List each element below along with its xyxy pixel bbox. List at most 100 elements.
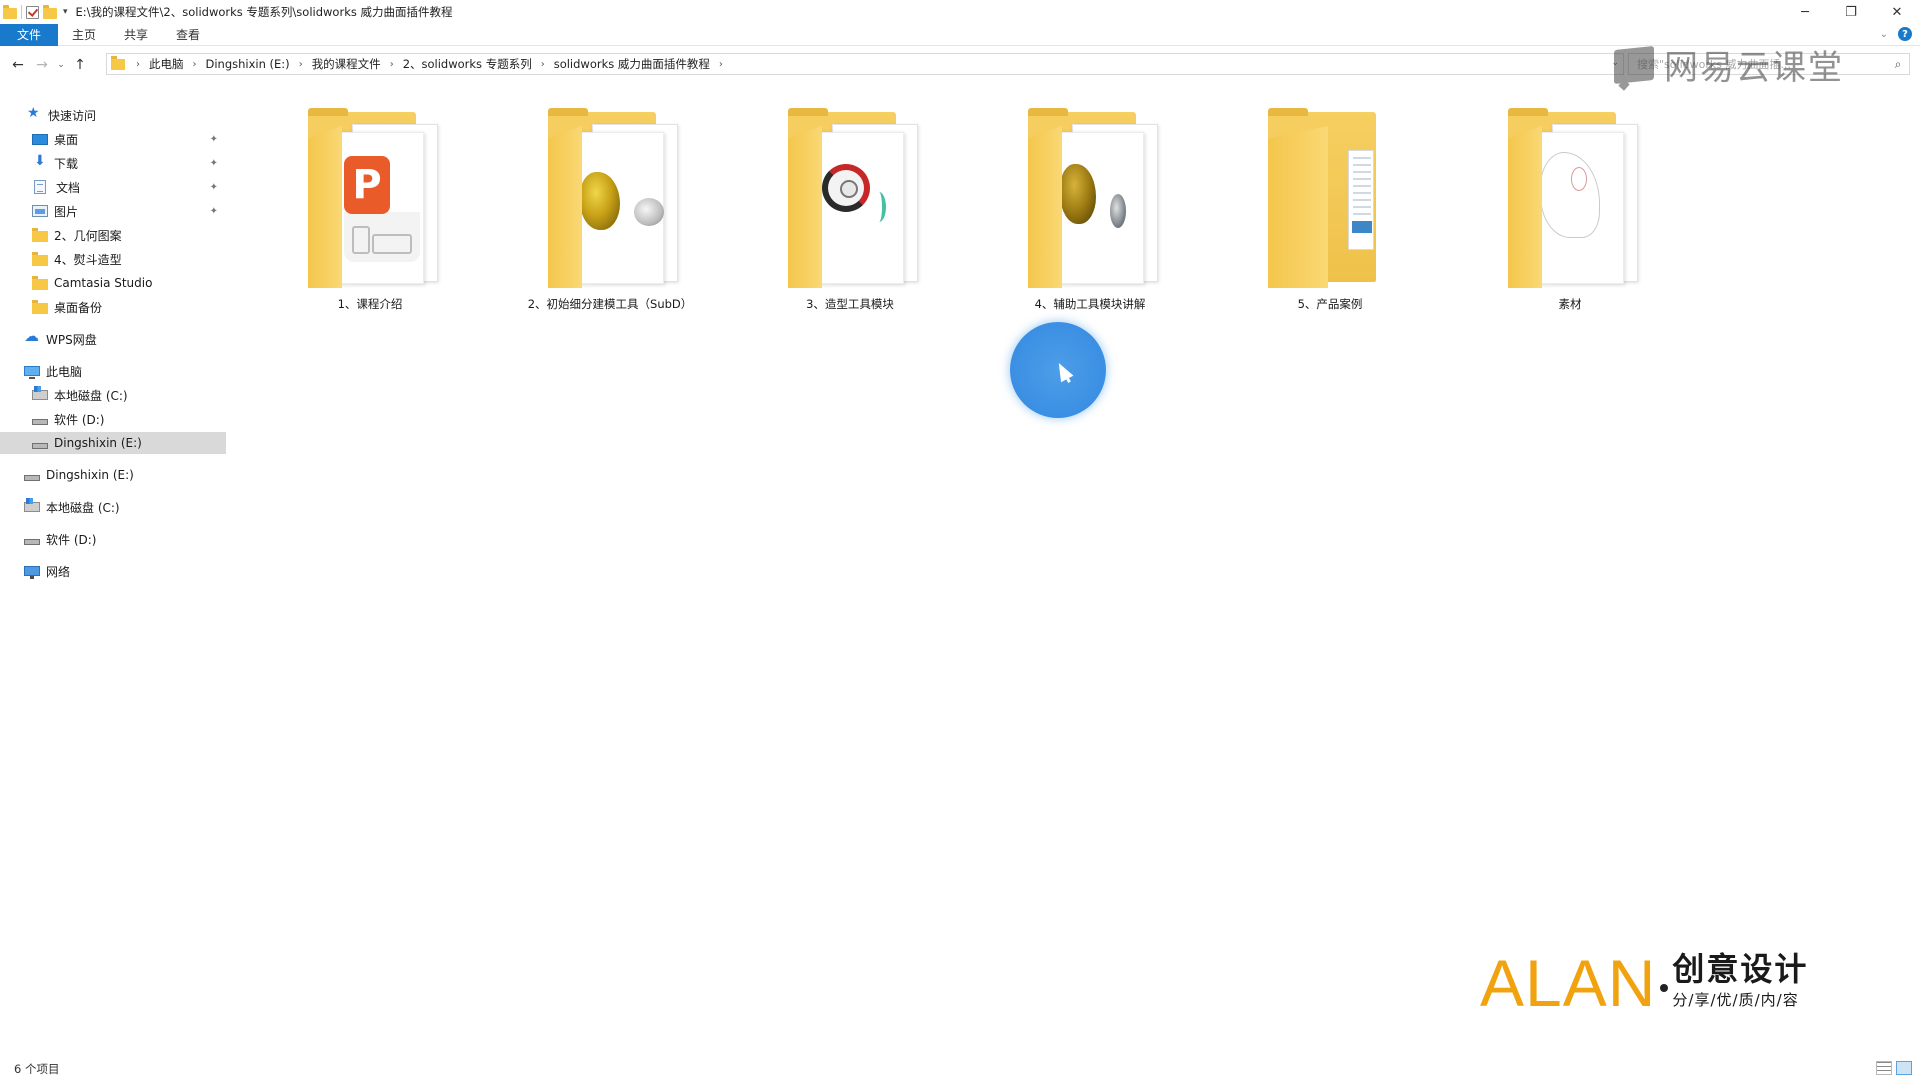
folder-item[interactable]: 5、产品案例 bbox=[1242, 108, 1418, 328]
sidebar-item-folder[interactable]: 2、几何图案 bbox=[0, 224, 226, 246]
tab-file[interactable]: 文件 bbox=[0, 23, 58, 46]
sidebar-item-label: Dingshixin (E:) bbox=[46, 468, 134, 482]
sidebar-item-drive-c[interactable]: 本地磁盘 (C:) bbox=[0, 384, 226, 406]
sidebar-item-drive-e[interactable]: Dingshixin (E:) bbox=[0, 432, 226, 454]
document-thumbnail bbox=[1348, 150, 1374, 250]
chevron-right-icon[interactable]: › bbox=[188, 59, 202, 70]
divider bbox=[21, 5, 22, 19]
picture-icon bbox=[32, 205, 48, 217]
pin-icon[interactable]: ✦ bbox=[210, 182, 218, 193]
pin-icon[interactable]: ✦ bbox=[210, 158, 218, 169]
help-icon[interactable]: ? bbox=[1898, 27, 1912, 41]
steering-wheel-thumbnail bbox=[822, 164, 870, 212]
folder-icon bbox=[32, 275, 48, 290]
windows-drive-icon bbox=[24, 498, 40, 512]
folder-item[interactable]: P 1、课程介绍 bbox=[282, 108, 458, 328]
sidebar-item-label: WPS网盘 bbox=[46, 332, 97, 347]
drive-icon bbox=[32, 419, 48, 425]
sidebar-item-folder[interactable]: 桌面备份 bbox=[0, 296, 226, 318]
slide-layout-icon bbox=[344, 212, 420, 262]
pin-icon[interactable]: ✦ bbox=[210, 134, 218, 145]
folder-icon bbox=[111, 56, 125, 70]
sidebar-item-desktop[interactable]: 桌面 ✦ bbox=[0, 128, 226, 150]
tab-home[interactable]: 主页 bbox=[58, 24, 110, 46]
sidebar-item-label: 桌面备份 bbox=[54, 300, 103, 315]
sidebar-item-drive-e[interactable]: Dingshixin (E:) bbox=[0, 464, 226, 486]
tab-share[interactable]: 共享 bbox=[110, 24, 162, 46]
folder-icon bbox=[32, 299, 48, 314]
sidebar-item-label: 软件 (D:) bbox=[46, 532, 97, 547]
chevron-right-icon[interactable]: › bbox=[131, 59, 145, 70]
folder-name: 3、造型工具模块 bbox=[806, 297, 894, 311]
sidebar-item-folder[interactable]: Camtasia Studio bbox=[0, 272, 226, 294]
close-button[interactable]: ✕ bbox=[1874, 0, 1920, 24]
sidebar-item-label: 本地磁盘 (C:) bbox=[46, 500, 120, 515]
pin-icon[interactable]: ✦ bbox=[210, 206, 218, 217]
chevron-right-icon[interactable]: › bbox=[294, 59, 308, 70]
chevron-right-icon[interactable]: › bbox=[714, 59, 728, 70]
address-bar[interactable]: › 此电脑 › Dingshixin (E:) › 我的课程文件 › 2、sol… bbox=[106, 53, 1624, 75]
sidebar-item-drive-c[interactable]: 本地磁盘 (C:) bbox=[0, 496, 226, 518]
sidebar-item-label: 本地磁盘 (C:) bbox=[54, 388, 128, 403]
sidebar-item-label: Dingshixin (E:) bbox=[54, 436, 142, 450]
properties-icon[interactable] bbox=[26, 5, 39, 19]
chrome-model-thumbnail bbox=[1110, 194, 1126, 228]
folder-name: 4、辅助工具模块讲解 bbox=[1034, 297, 1146, 311]
windows-drive-icon bbox=[32, 386, 48, 400]
sidebar-item-label: 软件 (D:) bbox=[54, 412, 105, 427]
breadcrumb-item[interactable]: solidworks 威力曲面插件教程 bbox=[550, 56, 714, 72]
folder-item[interactable]: 4、辅助工具模块讲解 bbox=[1002, 108, 1178, 328]
chevron-right-icon[interactable]: › bbox=[385, 59, 399, 70]
title-bar: ▾ E:\我的课程文件\2、solidworks 专题系列\solidworks… bbox=[0, 0, 1920, 24]
details-view-icon[interactable] bbox=[1876, 1061, 1892, 1075]
minimize-button[interactable]: ─ bbox=[1782, 0, 1828, 24]
large-icons-view-icon[interactable] bbox=[1896, 1061, 1912, 1075]
up-button[interactable]: ↑ bbox=[68, 54, 92, 76]
tab-view[interactable]: 查看 bbox=[162, 24, 214, 46]
sidebar-item-label: 下载 bbox=[54, 156, 79, 171]
folder-icon bbox=[32, 227, 48, 242]
chrome-model-thumbnail bbox=[634, 198, 664, 226]
status-bar: 6 个项目 bbox=[0, 1058, 1920, 1080]
sidebar-item-wps-cloud[interactable]: WPS网盘 bbox=[0, 327, 226, 350]
search-icon[interactable]: ⌕ bbox=[1887, 57, 1909, 72]
forward-button[interactable]: → bbox=[30, 54, 54, 76]
breadcrumb-item[interactable]: 此电脑 bbox=[145, 56, 188, 72]
recent-locations-button[interactable]: ⌄ bbox=[54, 54, 68, 76]
breadcrumb-item[interactable]: 我的课程文件 bbox=[308, 56, 385, 72]
sidebar-item-documents[interactable]: 文档 ✦ bbox=[0, 176, 226, 198]
customize-quick-access-icon[interactable]: ▾ bbox=[63, 7, 68, 17]
chevron-right-icon[interactable]: › bbox=[536, 59, 550, 70]
sidebar-item-drive-d[interactable]: 软件 (D:) bbox=[0, 408, 226, 430]
expand-ribbon-icon[interactable]: ⌄ bbox=[1880, 29, 1888, 40]
item-count: 6 个项目 bbox=[14, 1062, 60, 1076]
restore-button[interactable]: ❐ bbox=[1828, 0, 1874, 24]
sidebar-item-folder[interactable]: 4、熨斗造型 bbox=[0, 248, 226, 270]
folder-icon bbox=[3, 4, 17, 19]
ribbon-right-controls: ⌄ ? bbox=[1880, 27, 1912, 41]
folder-icon bbox=[780, 108, 920, 288]
sidebar-item-network[interactable]: 网络 bbox=[0, 560, 226, 582]
sidebar-item-pictures[interactable]: 图片 ✦ bbox=[0, 200, 226, 222]
breadcrumb-item[interactable]: Dingshixin (E:) bbox=[202, 57, 294, 71]
sidebar-item-downloads[interactable]: 下载 ✦ bbox=[0, 152, 226, 174]
folder-item[interactable]: 素材 bbox=[1482, 108, 1658, 328]
sidebar-item-label: 快速访问 bbox=[48, 108, 97, 123]
download-icon bbox=[32, 153, 48, 170]
folder-item[interactable]: 3、造型工具模块 bbox=[762, 108, 938, 328]
sidebar-item-quick-access[interactable]: 快速访问 bbox=[0, 104, 226, 126]
window-controls: ─ ❐ ✕ bbox=[1782, 0, 1920, 24]
back-button[interactable]: ← bbox=[6, 54, 30, 76]
folder-name: 1、课程介绍 bbox=[337, 297, 403, 311]
sidebar-item-drive-d[interactable]: 软件 (D:) bbox=[0, 528, 226, 550]
sidebar-item-label: 此电脑 bbox=[46, 364, 83, 379]
breadcrumb-item[interactable]: 2、solidworks 专题系列 bbox=[399, 56, 536, 72]
sidebar-item-this-pc[interactable]: 此电脑 bbox=[0, 360, 226, 382]
folder-item[interactable]: 2、初始细分建模工具（SubD） bbox=[522, 108, 698, 328]
network-icon bbox=[24, 566, 40, 579]
ring-model-thumbnail bbox=[872, 192, 886, 222]
new-folder-icon[interactable] bbox=[43, 4, 57, 19]
view-toggle bbox=[1876, 1061, 1912, 1075]
sidebar-item-label: Camtasia Studio bbox=[54, 276, 153, 290]
brand-subtitle: 创意设计 bbox=[1672, 949, 1809, 988]
